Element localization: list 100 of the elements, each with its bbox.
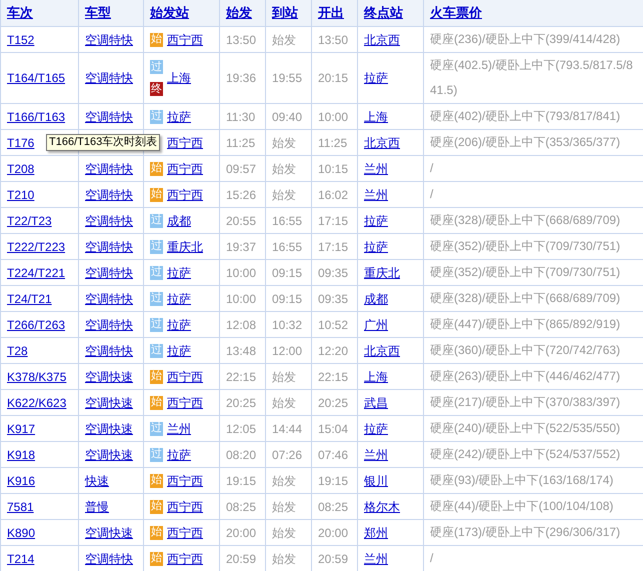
origin-station-link[interactable]: 西宁西 bbox=[167, 526, 203, 540]
origin-station-link[interactable]: 西宁西 bbox=[167, 32, 203, 46]
start-badge: 始 bbox=[150, 500, 163, 514]
train-number-link[interactable]: K918 bbox=[7, 448, 36, 462]
train-number-link[interactable]: K917 bbox=[7, 422, 36, 436]
terminus-station-link[interactable]: 拉萨 bbox=[364, 214, 388, 228]
ticket-price: 硬座(328)/硬卧上中下(668/689/709) bbox=[430, 212, 622, 229]
departure-time: 17:15 bbox=[318, 240, 348, 254]
pass-badge: 过 bbox=[150, 110, 163, 124]
arrival-time: 始发 bbox=[272, 32, 296, 46]
origin-station-link[interactable]: 拉萨 bbox=[167, 110, 191, 124]
terminus-station-link[interactable]: 兰州 bbox=[364, 448, 388, 462]
ticket-price: 硬座(447)/硬卧上中下(865/892/919) bbox=[430, 316, 622, 333]
origin-station-link[interactable]: 西宁西 bbox=[167, 162, 203, 176]
origin-station-link[interactable]: 拉萨 bbox=[167, 292, 191, 306]
train-number-link[interactable]: K916 bbox=[7, 474, 36, 488]
train-number-link[interactable]: T210 bbox=[7, 188, 34, 202]
departure-time: 12:20 bbox=[318, 344, 348, 358]
ticket-price: 硬座(328)/硬卧上中下(668/689/709) bbox=[430, 290, 622, 307]
departure-time: 09:35 bbox=[318, 266, 348, 280]
pass-badge: 过 bbox=[150, 344, 163, 358]
start-time: 11:25 bbox=[226, 136, 256, 150]
ticket-price: 硬座(360)/硬卧上中下(720/742/763) bbox=[430, 342, 622, 359]
departure-time: 20:15 bbox=[318, 71, 348, 85]
start-time: 20:55 bbox=[226, 214, 256, 228]
departure-time: 10:00 bbox=[318, 110, 348, 124]
arrival-time: 07:26 bbox=[272, 448, 302, 462]
start-badge: 始 bbox=[150, 526, 163, 540]
origin-station-link[interactable]: 成都 bbox=[167, 214, 191, 228]
origin-station-link[interactable]: 西宁西 bbox=[167, 474, 203, 488]
arrival-time: 09:15 bbox=[272, 292, 302, 306]
train-type-link[interactable]: 普慢 bbox=[85, 500, 109, 514]
ticket-price: 硬座(402.5)/硬卧上中下(793.5/817.5/841.5) bbox=[430, 57, 634, 99]
start-time: 11:30 bbox=[226, 110, 256, 124]
terminus-station-link[interactable]: 上海 bbox=[364, 370, 388, 384]
origin-station-link[interactable]: 拉萨 bbox=[167, 448, 191, 462]
arrival-time: 始发 bbox=[272, 136, 296, 150]
terminus-station-link[interactable]: 兰州 bbox=[364, 552, 388, 566]
origin-station-link[interactable]: 拉萨 bbox=[167, 318, 191, 332]
departure-time: 22:15 bbox=[318, 370, 348, 384]
origin-station-link[interactable]: 西宁西 bbox=[167, 552, 203, 566]
terminus-station-link[interactable]: 广州 bbox=[364, 318, 388, 332]
origin-station-link[interactable]: 西宁西 bbox=[167, 370, 203, 384]
terminus-station-link[interactable]: 武昌 bbox=[364, 396, 388, 410]
ticket-price: / bbox=[430, 186, 434, 203]
train-number-link[interactable]: T152 bbox=[7, 32, 34, 46]
origin-station-link[interactable]: 重庆北 bbox=[167, 240, 203, 254]
arrival-time: 14:44 bbox=[272, 422, 302, 436]
start-time: 10:00 bbox=[226, 266, 256, 280]
origin-station-link[interactable]: 西宁西 bbox=[167, 136, 203, 150]
terminus-station-link[interactable]: 上海 bbox=[364, 110, 388, 124]
train-number-link[interactable]: T208 bbox=[7, 162, 34, 176]
train-type-link[interactable]: 快速 bbox=[85, 474, 109, 488]
pass-badge: 过 bbox=[150, 448, 163, 462]
origin-station-link[interactable]: 西宁西 bbox=[167, 188, 203, 202]
start-time: 19:15 bbox=[226, 474, 256, 488]
terminus-station-link[interactable]: 成都 bbox=[364, 292, 388, 306]
train-number-link[interactable]: 7581 bbox=[7, 500, 34, 514]
terminus-station-link[interactable]: 拉萨 bbox=[364, 71, 388, 85]
origin-station-link[interactable]: 西宁西 bbox=[167, 396, 203, 410]
terminus-station-link[interactable]: 拉萨 bbox=[364, 240, 388, 254]
start-time: 12:05 bbox=[226, 422, 256, 436]
terminus-station-link[interactable]: 拉萨 bbox=[364, 422, 388, 436]
departure-time: 11:25 bbox=[318, 136, 348, 150]
pass-badge: 过 bbox=[150, 60, 163, 74]
ticket-price: 硬座(236)/硬卧上中下(399/414/428) bbox=[430, 31, 622, 48]
pass-badge: 过 bbox=[150, 318, 163, 332]
start-time: 19:37 bbox=[226, 240, 256, 254]
arrival-time: 始发 bbox=[272, 552, 296, 566]
ticket-price: 硬座(263)/硬卧上中下(446/462/477) bbox=[430, 368, 622, 385]
departure-time: 13:50 bbox=[318, 32, 348, 46]
origin-station-link[interactable]: 拉萨 bbox=[167, 266, 191, 280]
ticket-price: 硬座(93)/硬卧上中下(163/168/174) bbox=[430, 472, 614, 489]
terminus-station-link[interactable]: 郑州 bbox=[364, 526, 388, 540]
terminus-station-link[interactable]: 兰州 bbox=[364, 162, 388, 176]
train-number-link[interactable]: T176 bbox=[7, 136, 34, 150]
column-header-link[interactable]: 车次 bbox=[7, 5, 33, 20]
column-header-link[interactable]: 火车票价 bbox=[430, 5, 482, 20]
train-number-link[interactable]: T214 bbox=[7, 552, 34, 566]
arrival-time: 始发 bbox=[272, 396, 296, 410]
origin-station-link[interactable]: 西宁西 bbox=[167, 500, 203, 514]
arrival-time: 始发 bbox=[272, 526, 296, 540]
terminus-station-link[interactable]: 银川 bbox=[364, 474, 388, 488]
start-time: 22:15 bbox=[226, 370, 256, 384]
start-badge: 始 bbox=[150, 552, 163, 566]
start-time: 13:50 bbox=[226, 32, 256, 46]
ticket-price: 硬座(217)/硬卧上中下(370/383/397) bbox=[430, 394, 622, 411]
ticket-price: 硬座(352)/硬卧上中下(709/730/751) bbox=[430, 238, 622, 255]
origin-station-link[interactable]: 兰州 bbox=[167, 422, 191, 436]
start-time: 20:00 bbox=[226, 526, 256, 540]
origin-station-link[interactable]: 上海 bbox=[167, 71, 191, 85]
arrival-time: 16:55 bbox=[272, 214, 302, 228]
origin-station-link[interactable]: 拉萨 bbox=[167, 344, 191, 358]
arrival-time: 12:00 bbox=[272, 344, 302, 358]
terminus-station-link[interactable]: 兰州 bbox=[364, 188, 388, 202]
start-badge: 始 bbox=[150, 162, 163, 176]
start-time: 19:36 bbox=[226, 71, 256, 85]
train-number-link[interactable]: K890 bbox=[7, 526, 36, 540]
train-number-link[interactable]: T28 bbox=[7, 344, 28, 358]
arrival-time: 19:55 bbox=[272, 71, 302, 85]
